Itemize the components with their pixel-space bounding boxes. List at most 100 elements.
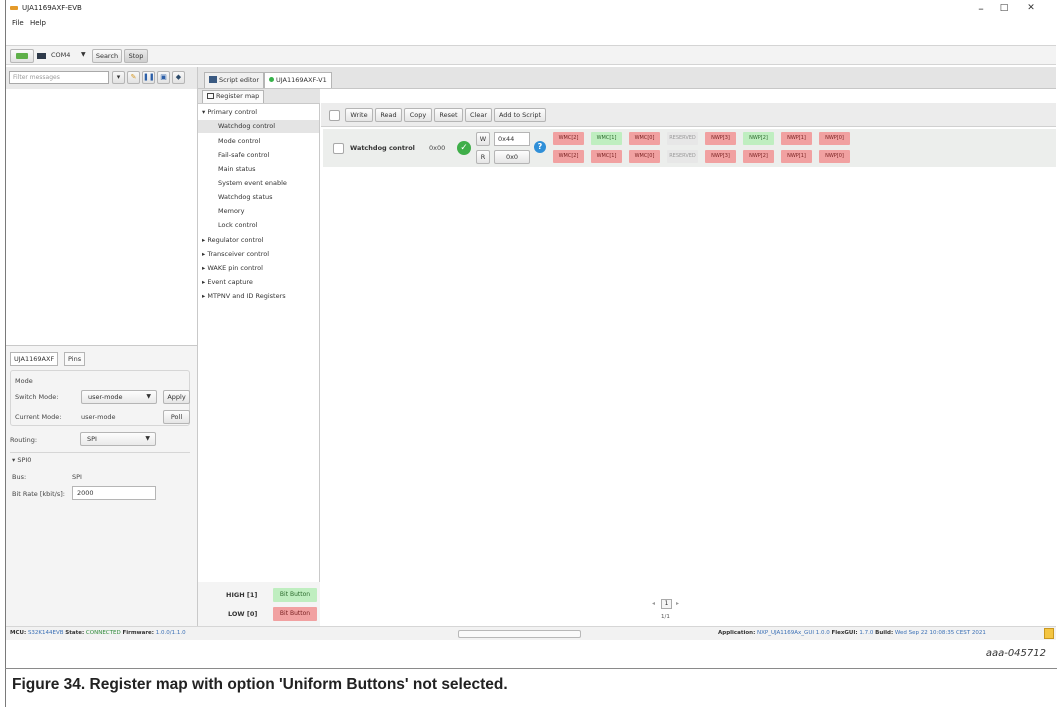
spi-section-title[interactable]: ▾ SPI0 [12,456,31,464]
read-bit-nwp1: NWP[1] [781,150,812,163]
tree-item-label: Watchdog status [218,193,273,201]
add-to-script-button[interactable]: Add to Script [494,108,546,122]
tab-uja1169axf[interactable]: UJA1169AXF [10,352,59,366]
check-icon: ✓ [457,141,471,155]
read-bit-nwp0: NWP[0] [819,150,850,163]
filter-dropdown-icon[interactable]: ▾ [112,71,125,84]
write-button[interactable]: Write [345,108,373,122]
mcu-value: S32K144EVB [27,630,64,636]
write-bit-nwp0[interactable]: NWP[0] [819,132,850,145]
menu-bar: File Help [6,18,1056,31]
register-tree: ▾ Primary control Watchdog control Mode … [198,103,320,626]
window-title: UJA1169AXF-EVB [22,4,82,12]
read-register-button[interactable]: R [476,150,490,164]
tree-item-watchdog-control[interactable]: Watchdog control [198,120,319,133]
port-value: COM4 [51,51,71,59]
tree-group-transceiver-control[interactable]: ▸ Transceiver control [202,250,269,258]
clear-broom-icon[interactable]: ✎ [127,71,140,84]
write-bit-nwp3[interactable]: NWP[3] [705,132,736,145]
next-page-icon[interactable]: ▸ [676,600,679,607]
mode-group: Mode Switch Mode: user-mode ▼ Apply Curre… [10,370,190,426]
pin-icon[interactable]: ◆ [172,71,185,84]
routing-select[interactable]: SPI ▼ [80,432,156,446]
low-bit-button: Bit Button [273,607,317,621]
tree-item-system-event-enable[interactable]: System event enable [218,179,287,187]
bit-rate-label: Bit Rate [kbit/s]: [12,490,65,498]
pause-icon[interactable]: ❚❚ [142,71,155,84]
maximize-button[interactable]: □ [994,3,1014,13]
close-button[interactable]: ✕ [1021,3,1041,13]
write-register-button[interactable]: W [476,132,490,146]
stop-button[interactable]: Stop [124,49,148,63]
tree-item-watchdog-status[interactable]: Watchdog status [218,193,273,201]
switch-mode-label: Switch Mode: [15,393,59,401]
tab-register-map[interactable]: Register map [202,90,265,103]
tree-group-regulator-control[interactable]: ▸ Regulator control [202,236,263,244]
register-checkbox[interactable] [333,143,344,154]
write-bit-nwp2[interactable]: NWP[2] [743,132,774,145]
flexgui-label: FlexGUI: [831,630,858,636]
tab-label: UJA1169AXF-V1 [276,76,327,84]
app-window: UJA1169AXF-EVB – □ ✕ File Help COM4 ▼ Se… [6,0,1056,640]
write-value-input[interactable]: 0x44 [494,132,530,146]
read-value-field: 0x0 [494,150,530,164]
write-bit-wmc1[interactable]: WMC[1] [591,132,622,145]
switch-mode-select[interactable]: user-mode ▼ [81,390,157,404]
write-bit-wmc0[interactable]: WMC[0] [629,132,660,145]
register-address: 0x00 [429,144,446,152]
tree-item-label: System event enable [218,179,287,187]
register-name: Watchdog control [350,144,415,152]
filter-messages-input[interactable]: Filter messages [9,71,109,84]
select-all-checkbox[interactable] [329,110,340,121]
tree-item-label: Memory [218,207,245,215]
register-map-icon [207,93,214,99]
tree-item-mode-control[interactable]: Mode control [218,137,260,145]
page-number-button[interactable]: 1 [661,599,672,609]
tree-item-main-status[interactable]: Main status [218,165,256,173]
read-bit-nwp3: NWP[3] [705,150,736,163]
poll-button[interactable]: Poll [163,410,190,424]
script-editor-icon [209,76,217,83]
minimize-button[interactable]: – [971,2,991,15]
menu-file[interactable]: File [12,19,24,27]
connect-button[interactable] [10,49,34,63]
write-bit-wmc2[interactable]: WMC[2] [553,132,584,145]
write-bit-nwp1[interactable]: NWP[1] [781,132,812,145]
settings-icon[interactable] [1044,628,1054,639]
tree-group-event-capture[interactable]: ▸ Event capture [202,278,253,286]
tree-item-label: Lock control [218,221,258,229]
tree-group-label: Transceiver control [207,250,270,258]
apply-button[interactable]: Apply [163,390,190,404]
board-button[interactable] [36,49,46,63]
read-bit-buttons: WMC[2] WMC[1] WMC[0] RESERVED NWP[3] NWP… [553,150,883,163]
bus-value: SPI [72,473,82,481]
copy-button[interactable]: Copy [404,108,432,122]
write-bit-buttons: WMC[2] WMC[1] WMC[0] RESERVED NWP[3] NWP… [553,132,883,145]
tab-device[interactable]: UJA1169AXF-V1 [264,72,332,88]
tree-item-memory[interactable]: Memory [218,207,244,215]
tab-script-editor[interactable]: Script editor [204,72,265,88]
read-button[interactable]: Read [375,108,402,122]
state-label: State: [65,630,85,636]
read-bit-wmc0: WMC[0] [629,150,660,163]
save-icon[interactable]: ▣ [157,71,170,84]
tree-item-lock-control[interactable]: Lock control [218,221,257,229]
port-select[interactable]: COM4 ▼ [47,49,91,63]
figure-frame: UJA1169AXF-EVB – □ ✕ File Help COM4 ▼ Se… [0,0,1062,707]
firmware-label: Firmware: [122,630,154,636]
tab-pins[interactable]: Pins [64,352,86,366]
tree-item-fail-safe-control[interactable]: Fail-safe control [218,151,269,159]
switch-mode-value: user-mode [88,393,123,401]
menu-help[interactable]: Help [30,19,46,27]
tree-group-mtpnv-id-registers[interactable]: ▸ MTPNV and ID Registers [202,292,286,300]
reset-button[interactable]: Reset [434,108,463,122]
help-icon[interactable]: ? [534,141,546,153]
search-button[interactable]: Search [92,49,122,63]
tree-group-primary-control[interactable]: ▾ Primary control [202,108,257,116]
figure-id: aaa-045712 [985,648,1046,659]
tree-group-wake-pin-control[interactable]: ▸ WAKE pin control [202,264,263,272]
prev-page-icon[interactable]: ◂ [652,600,655,607]
bit-rate-input[interactable]: 2000 [72,486,156,500]
clear-button[interactable]: Clear [465,108,492,122]
read-bit-wmc2: WMC[2] [553,150,584,163]
